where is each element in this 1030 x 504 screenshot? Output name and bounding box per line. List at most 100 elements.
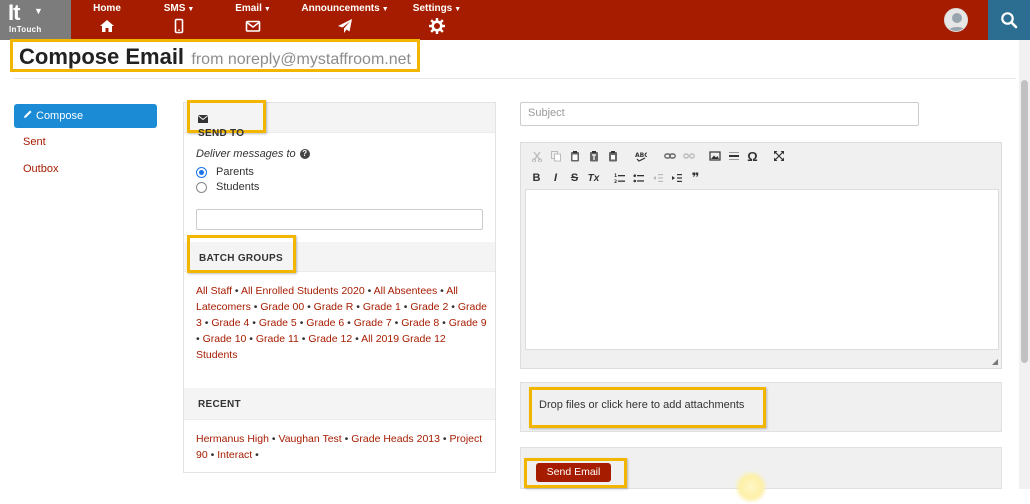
batch-group-link[interactable]: Grade 1 [363,301,401,313]
chevron-down-icon: ▼ [454,6,462,13]
subject-input[interactable]: Subject [520,102,919,126]
image-icon[interactable] [705,147,724,165]
attachment-dropzone[interactable]: Drop files or click here to add attachme… [520,382,1002,432]
svg-text:2: 2 [614,179,617,184]
mobile-icon [174,18,184,34]
avatar[interactable] [944,8,968,32]
nav-home[interactable]: Home [88,3,126,37]
sidebar-item-outbox[interactable]: Outbox [14,158,157,182]
toolbar-group: B I S Tx [527,169,603,187]
svg-text:ABC: ABC [635,152,647,159]
bullet-separator: • [201,317,212,329]
italic-icon[interactable]: I [546,169,565,187]
bullet-separator: • [296,317,307,329]
resize-handle[interactable] [992,359,998,365]
email-body-editor[interactable] [525,189,999,350]
batch-group-link[interactable]: Grade 4 [211,317,249,329]
batch-group-link[interactable]: Grade 2 [410,301,448,313]
batch-group-link[interactable]: Grade 12 [308,333,352,345]
paste-text-icon[interactable] [584,147,603,165]
unlink-icon[interactable] [679,147,698,165]
paper-plane-icon [338,19,352,33]
sidebar-item-sent[interactable]: Sent [14,131,157,155]
user-icon [947,13,967,31]
bullet-separator: • [437,285,447,297]
page-heading: Compose Email from noreply@mystaffroom.n… [10,39,420,72]
sidebar-item-compose[interactable]: Compose [14,104,157,128]
radio-parents-label: Parents [216,166,254,178]
batch-group-link[interactable]: Grade 9 [449,317,487,329]
nav-announcements[interactable]: Announcements ▼ [297,3,393,37]
bold-icon[interactable]: B [527,169,546,187]
nav-announcements-label: Announcements [301,3,380,14]
paste-word-icon[interactable] [603,147,622,165]
numbered-list-icon[interactable]: 12 [610,169,629,187]
scrollbar-thumb[interactable] [1021,80,1028,363]
recipient-input[interactable] [196,209,483,230]
toolbar-group [769,147,788,165]
help-icon[interactable]: ? [299,149,310,159]
batch-group-link[interactable]: Grade 10 [203,333,247,345]
maximize-icon[interactable] [769,147,788,165]
horizontal-rule-icon[interactable] [724,147,743,165]
special-char-icon[interactable]: Ω [743,147,762,165]
spellcheck-icon[interactable]: ABC [629,147,653,165]
nav-sms-label: SMS [163,3,186,14]
nav-settings[interactable]: Settings ▼ [408,3,466,37]
recent-link[interactable]: Hermanus High [196,433,269,445]
brand-logo[interactable]: It ▼ InTouch [0,0,71,40]
blockquote-icon[interactable]: ❞ [686,169,705,187]
batch-group-link[interactable]: Grade 8 [401,317,439,329]
gear-icon [429,18,445,34]
send-highlight: Send Email [524,458,627,488]
envelope-icon [197,115,209,123]
copy-icon[interactable] [546,147,565,165]
divider [14,78,1016,79]
batch-group-link[interactable]: All Absentees [374,285,438,297]
radio-button-checked[interactable] [196,166,207,178]
radio-button[interactable] [196,181,207,193]
chevron-down-icon: ▼ [381,6,389,13]
sidebar-item-label: Outbox [23,163,59,175]
recent-link[interactable]: Grade Heads 2013 [351,433,440,445]
cursor-glow [734,470,768,504]
outdent-icon[interactable] [648,169,667,187]
pencil-icon [24,110,32,118]
home-icon [100,20,114,32]
batch-group-link[interactable]: Grade 00 [260,301,304,313]
paste-icon[interactable] [565,147,584,165]
recent-list: Hermanus High • Vaughan Test • Grade Hea… [196,431,488,463]
send-email-button[interactable]: Send Email [536,463,611,482]
envelope-icon [245,20,261,32]
radio-parents[interactable]: Parents [196,166,254,178]
bullet-separator: • [391,317,402,329]
batch-group-link[interactable]: Grade 7 [354,317,392,329]
scrollbar[interactable] [1019,40,1030,489]
recent-link[interactable]: Interact [217,449,252,461]
brand-caret-icon: ▼ [34,6,43,16]
batch-group-link[interactable]: All Staff [196,285,232,297]
bulleted-list-icon[interactable] [629,169,648,187]
toolbar-group [660,147,698,165]
nav-email[interactable]: Email ▼ [228,3,278,37]
brand-name: InTouch [9,25,42,34]
link-icon[interactable] [660,147,679,165]
recent-link[interactable]: Vaughan Test [278,433,341,445]
nav-sms[interactable]: SMS ▼ [160,3,198,37]
batch-groups-title: BATCH GROUPS [199,253,283,264]
toolbar-group: ABC [629,147,653,165]
strikethrough-icon[interactable]: S [565,169,584,187]
remove-format-icon[interactable]: Tx [584,169,603,187]
indent-icon[interactable] [667,169,686,187]
bullet-separator: • [400,301,411,313]
search-button[interactable] [988,0,1030,40]
batch-group-link[interactable]: Grade 5 [259,317,297,329]
bullet-separator: • [304,301,314,313]
batch-group-link[interactable]: Grade R [314,301,354,313]
radio-students[interactable]: Students [196,181,259,193]
batch-group-link[interactable]: Grade 11 [256,333,299,345]
attachment-text: Drop files or click here to add attachme… [529,387,766,428]
cut-icon[interactable] [527,147,546,165]
batch-group-link[interactable]: Grade 6 [306,317,344,329]
batch-group-link[interactable]: All Enrolled Students 2020 [241,285,365,297]
